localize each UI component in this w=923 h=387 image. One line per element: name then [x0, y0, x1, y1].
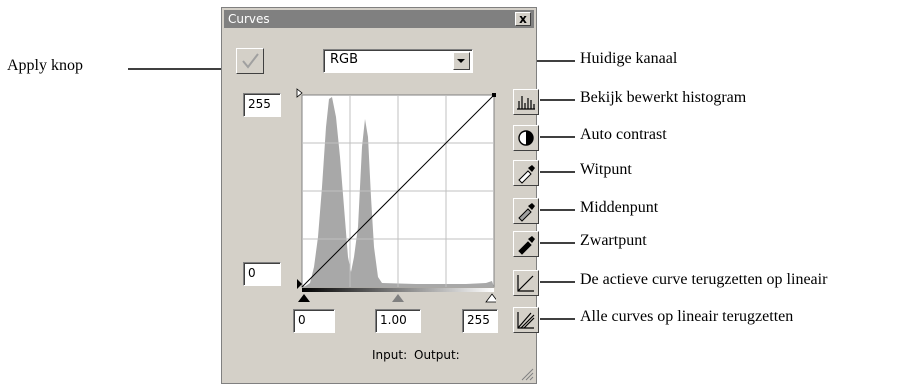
annotation-apply: Apply knop — [7, 57, 83, 74]
reset-all-curves-button[interactable] — [513, 307, 539, 333]
output-label: Output: — [414, 348, 460, 362]
white-point-button[interactable] — [513, 160, 539, 186]
annotation-mid-point: Middenpunt — [580, 199, 659, 216]
eyedropper-gray-icon — [518, 203, 535, 222]
annotation-auto-contrast: Auto contrast — [580, 126, 667, 143]
close-button[interactable]: x — [515, 12, 531, 26]
channel-value: RGB — [330, 52, 359, 67]
checkmark-icon — [242, 53, 259, 69]
mid-point-button[interactable] — [513, 198, 539, 224]
output-min-field[interactable]: 0 — [243, 262, 281, 286]
black-point-button[interactable] — [513, 231, 539, 257]
annotation-white-point: Witpunt — [580, 161, 632, 178]
dropdown-arrow-icon — [457, 59, 465, 63]
input-label: Input: — [372, 348, 408, 362]
input-white-field[interactable]: 255 — [462, 309, 498, 333]
output-max-marker — [296, 88, 303, 98]
input-gamma-field[interactable]: 1.00 — [375, 309, 421, 333]
curve-graph[interactable] — [296, 87, 496, 292]
dropdown-arrow-button[interactable] — [453, 52, 470, 70]
input-black-field[interactable]: 0 — [293, 309, 335, 333]
gamma-marker — [392, 294, 404, 302]
window-title: Curves — [228, 12, 270, 26]
annotation-black-point: Zwartpunt — [580, 232, 647, 249]
annotation-reset-all: Alle curves op lineair terugzetten — [580, 308, 794, 325]
input-slider[interactable] — [296, 292, 496, 304]
annotation-histogram: Bekijk bewerkt histogram — [580, 89, 747, 106]
reset-curve-button[interactable] — [513, 270, 539, 296]
channel-dropdown[interactable]: RGB — [323, 49, 473, 73]
black-point-marker — [298, 294, 310, 302]
title-bar: Curves x — [224, 10, 534, 28]
white-point-marker — [485, 293, 496, 303]
eyedropper-white-icon — [518, 165, 535, 184]
resize-grip-icon[interactable] — [520, 367, 534, 381]
annotation-channel: Huidige kanaal — [580, 50, 678, 67]
reset-all-curves-icon — [517, 312, 535, 329]
annotation-reset-curve: De actieve curve terugzetten op lineair — [580, 271, 828, 288]
output-max-field[interactable]: 255 — [243, 93, 281, 117]
reset-curve-icon — [517, 275, 534, 292]
apply-button[interactable] — [236, 48, 264, 74]
histogram-icon — [517, 96, 535, 110]
eyedropper-black-icon — [518, 236, 535, 255]
view-histogram-button[interactable] — [513, 89, 539, 115]
contrast-icon — [518, 130, 534, 146]
auto-contrast-button[interactable] — [513, 125, 539, 151]
